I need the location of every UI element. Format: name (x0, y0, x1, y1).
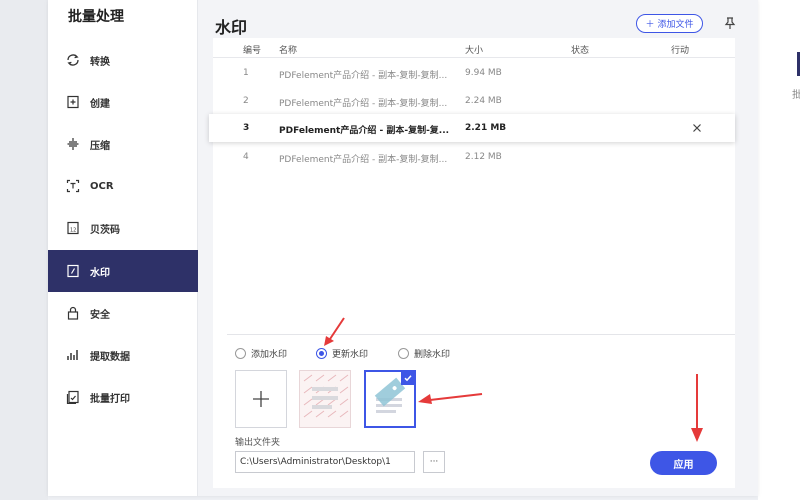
sidebar-item-bates[interactable]: 12 贝茨码 (48, 207, 198, 249)
row-name: PDFelement产品介绍 - 副本-复制-复制... (279, 99, 448, 109)
sidebar-item-label: OCR (90, 180, 114, 192)
sidebar-item-create[interactable]: 创建 (48, 81, 198, 123)
sidebar-item-batch-print[interactable]: 批量打印 (48, 376, 198, 418)
sidebar-item-label: 贝茨码 (90, 224, 120, 236)
row-index: 1 (243, 68, 249, 78)
table-row[interactable]: 2 PDFelement产品介绍 - 副本-复制-复制... 2.24 MB (213, 87, 735, 115)
sidebar-item-label: 转换 (90, 56, 110, 68)
sidebar-item-security[interactable]: 安全 (48, 292, 198, 334)
row-index: 2 (243, 96, 249, 106)
apply-button[interactable]: 应用 (650, 451, 717, 475)
page-title: 水印 (215, 18, 248, 37)
option-label: 更新水印 (332, 350, 369, 360)
row-size: 2.24 MB (465, 96, 502, 106)
svg-text:12: 12 (70, 228, 76, 234)
bates-icon: 12 (64, 219, 82, 237)
column-status: 状态 (571, 46, 590, 56)
lock-icon (64, 304, 82, 322)
plus-icon (253, 391, 269, 407)
row-name: PDFelement产品介绍 - 副本-复制-复制... (279, 71, 448, 81)
row-index: 4 (243, 152, 249, 162)
sidebar-item-compress[interactable]: 压缩 (48, 123, 198, 165)
sidebar-item-extract-data[interactable]: 提取数据 (48, 334, 198, 376)
close-icon (693, 124, 701, 132)
plus-icon: ＋ (645, 20, 655, 30)
sidebar-item-convert[interactable]: 转换 (48, 39, 198, 81)
sidebar-item-label: 批量打印 (90, 393, 130, 405)
row-name: PDFelement产品介绍 - 副本-复制-复制... (279, 155, 448, 165)
output-folder-input[interactable]: C:\Users\Administrator\Desktop\1 (235, 451, 415, 473)
divider (227, 334, 735, 335)
create-icon (64, 93, 82, 111)
watermark-pattern-icon (303, 374, 349, 418)
sidebar-item-watermark[interactable]: 水印 (48, 250, 198, 292)
main-content: 水印 ＋ 添加文件 编号 名称 大小 状态 行动 1 PDFelement产品介… (199, 0, 758, 496)
column-index: 编号 (243, 46, 262, 56)
radio-icon (398, 348, 409, 359)
row-name: PDFelement产品介绍 - 副本-复制-复... (279, 126, 450, 136)
column-size: 大小 (465, 46, 484, 56)
background-app-edge (758, 0, 800, 500)
sidebar-item-label: 提取数据 (90, 351, 130, 363)
row-index: 3 (243, 123, 250, 133)
option-label: 删除水印 (414, 350, 451, 360)
option-add-watermark[interactable]: 添加水印 (235, 347, 287, 360)
add-template-button[interactable] (235, 370, 287, 428)
remove-file-button[interactable] (689, 120, 705, 136)
row-size: 2.21 MB (465, 123, 507, 133)
pin-icon (723, 15, 737, 34)
sidebar-item-label: 水印 (90, 267, 110, 279)
table-row[interactable]: 4 PDFelement产品介绍 - 副本-复制-复制... 2.12 MB (213, 143, 735, 171)
column-action: 行动 (671, 46, 690, 56)
ocr-icon (64, 177, 82, 195)
compress-icon (64, 135, 82, 153)
sidebar-item-ocr[interactable]: OCR (48, 165, 198, 207)
sidebar-item-label: 压缩 (90, 140, 110, 152)
option-label: 添加水印 (251, 350, 288, 360)
table-row[interactable]: 1 PDFelement产品介绍 - 副本-复制-复制... 9.94 MB (213, 59, 735, 87)
print-icon (64, 388, 82, 406)
pin-button[interactable] (721, 15, 739, 33)
radio-icon (235, 348, 246, 359)
watermark-icon (64, 262, 82, 280)
background-gutter (0, 0, 48, 500)
output-folder-label: 输出文件夹 (235, 438, 281, 448)
check-icon (401, 372, 414, 385)
row-size: 2.12 MB (465, 152, 502, 162)
add-file-label: 添加文件 (657, 20, 694, 30)
sidebar: 批量处理 转换 创建 压缩 OCR 12 贝茨码 水印 安全 提取数据 批量打印 (48, 0, 198, 496)
sidebar-title: 批量处理 (68, 9, 124, 25)
table-header: 编号 名称 大小 状态 行动 (213, 38, 735, 58)
chart-icon (64, 346, 82, 364)
row-size: 9.94 MB (465, 68, 502, 78)
option-update-watermark[interactable]: 更新水印 (316, 347, 368, 360)
file-panel: 编号 名称 大小 状态 行动 1 PDFelement产品介绍 - 副本-复制-… (209, 38, 735, 488)
column-name: 名称 (279, 46, 298, 56)
sidebar-item-label: 创建 (90, 98, 110, 110)
browse-button[interactable]: ··· (423, 451, 445, 473)
watermark-template-1[interactable] (299, 370, 351, 428)
add-file-button[interactable]: ＋ 添加文件 (636, 14, 703, 33)
table-row-selected[interactable]: 3 PDFelement产品介绍 - 副本-复制-复... 2.21 MB (209, 114, 735, 142)
sidebar-item-label: 安全 (90, 309, 110, 321)
option-remove-watermark[interactable]: 删除水印 (398, 347, 450, 360)
background-app-label: 批 (792, 90, 800, 101)
radio-selected-icon (316, 348, 327, 359)
convert-icon (64, 51, 82, 69)
more-icon: ··· (429, 457, 439, 467)
watermark-template-2-selected[interactable] (364, 370, 416, 428)
